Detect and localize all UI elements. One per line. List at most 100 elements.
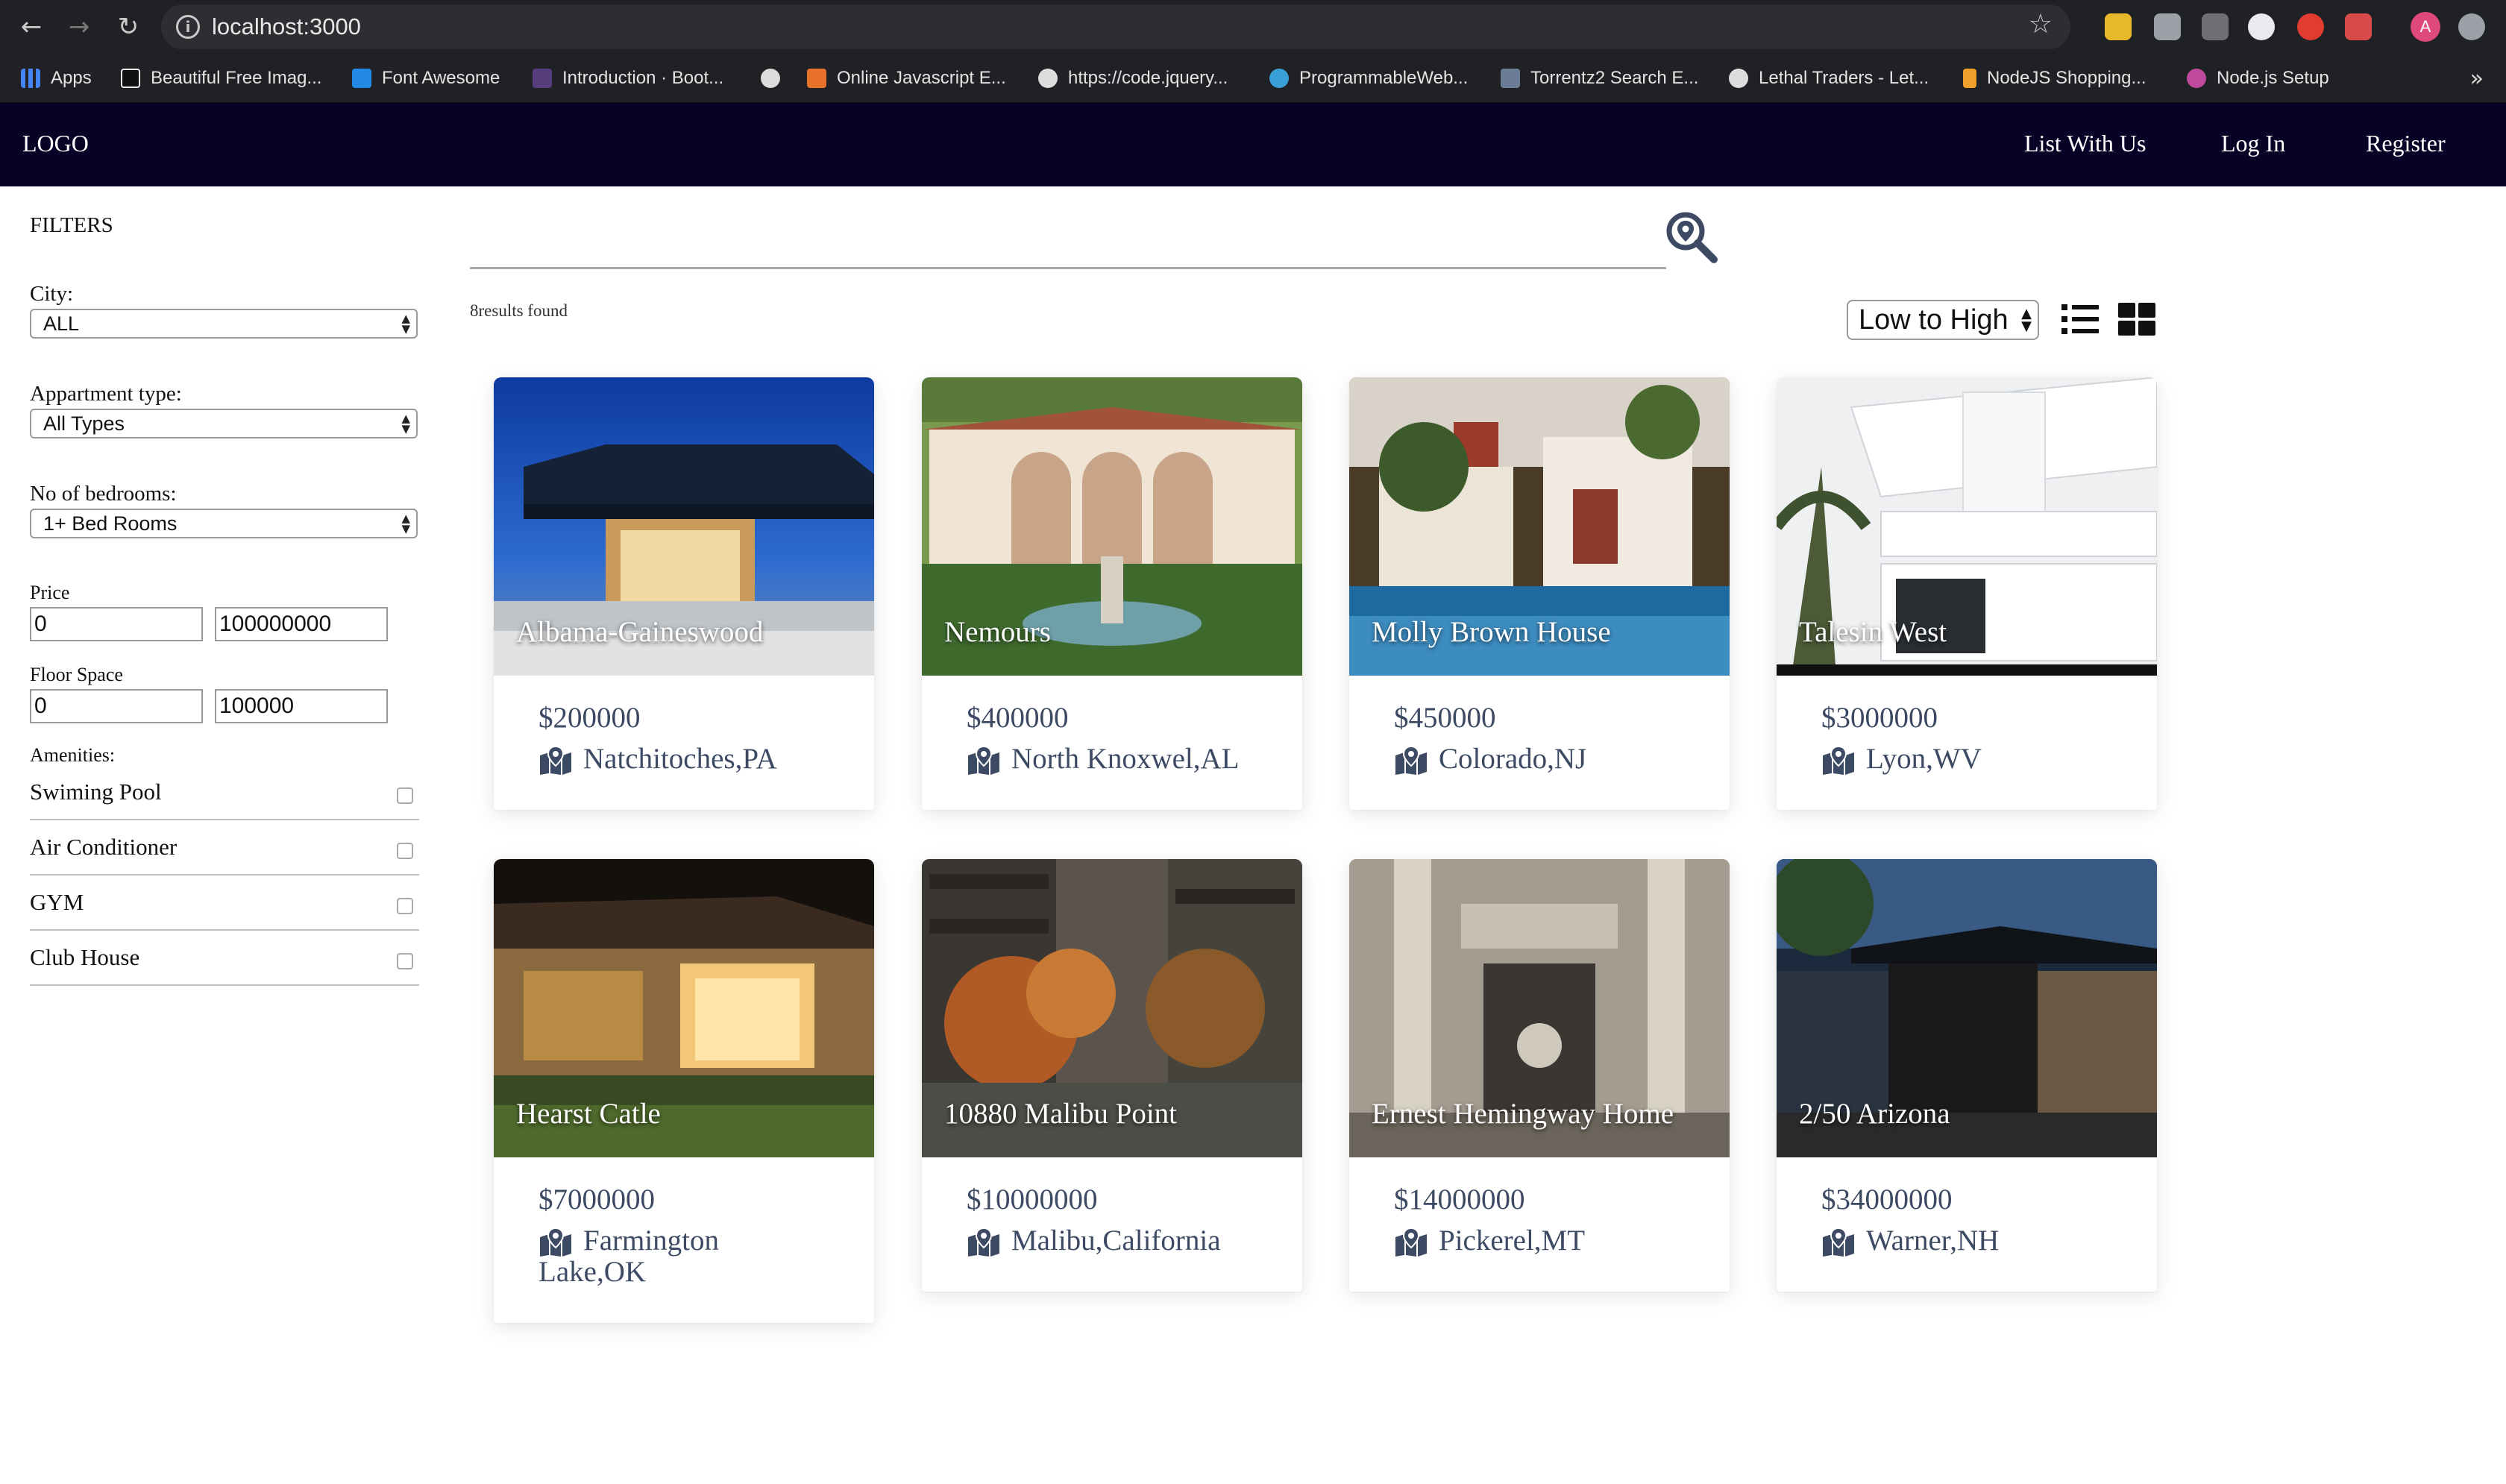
listing-card[interactable]: Talesin West $3000000 Lyon,WV xyxy=(1777,377,2157,810)
bookmark-label: Node.js Setup xyxy=(2217,68,2329,88)
bookmark-item[interactable] xyxy=(761,64,780,92)
more-bookmarks-icon[interactable]: » xyxy=(2470,66,2484,92)
amenity-gym[interactable]: GYM xyxy=(30,875,419,931)
nav-list-with-us[interactable]: List With Us xyxy=(2024,130,2146,157)
sort-select-value: Low to High xyxy=(1859,304,2009,336)
grid-view-icon[interactable] xyxy=(2118,303,2155,336)
bookmark-label: Apps xyxy=(51,68,92,88)
bookmark-label: Beautiful Free Imag... xyxy=(151,68,322,88)
map-marker-icon xyxy=(1823,1228,1854,1257)
type-select-value: All Types xyxy=(43,412,125,435)
url-text[interactable]: localhost:3000 xyxy=(212,13,361,40)
listing-location-text: Malibu,California xyxy=(1011,1224,1221,1257)
back-icon[interactable]: ← xyxy=(15,10,48,43)
listing-image[interactable]: Talesin West xyxy=(1777,377,2157,676)
bookmark-label: Torrentz2 Search E... xyxy=(1530,68,1699,88)
bookmark-label: Font Awesome xyxy=(382,68,500,88)
price-max-input[interactable]: 100000000 xyxy=(215,607,388,641)
listing-image[interactable]: Nemours xyxy=(922,377,1302,676)
listing-location: Farmington Lake,OK xyxy=(538,1225,852,1288)
listing-card[interactable]: Hearst Catle $7000000 Farmington Lake,OK xyxy=(494,859,874,1323)
listing-image[interactable]: Hearst Catle xyxy=(494,859,874,1157)
amenity-checkbox[interactable] xyxy=(397,787,413,804)
bookmark-item[interactable]: Node.js Setup xyxy=(2187,64,2329,92)
map-marker-icon xyxy=(968,746,999,775)
listing-details: $3000000 Lyon,WV xyxy=(1777,676,2157,775)
extension-icon[interactable] xyxy=(2202,13,2229,40)
gear-icon xyxy=(1269,69,1289,88)
listing-image[interactable]: Ernest Hemingway Home xyxy=(1349,859,1730,1157)
amenity-checkbox[interactable] xyxy=(397,898,413,914)
listing-card[interactable]: 2/50 Arizona $34000000 Warner,NH xyxy=(1777,859,2157,1292)
bookmark-item[interactable]: ProgrammableWeb... xyxy=(1269,64,1468,92)
extension-icon[interactable] xyxy=(2105,13,2132,40)
listing-location-text: Pickerel,MT xyxy=(1439,1224,1586,1257)
listing-location: Colorado,NJ xyxy=(1394,743,1707,775)
bookmark-item[interactable]: Online Javascript E... xyxy=(807,64,1006,92)
select-arrows-icon: ▲ ▼ xyxy=(401,512,410,535)
list-view-icon[interactable] xyxy=(2061,303,2099,336)
listing-card[interactable]: Molly Brown House $450000 Colorado,NJ xyxy=(1349,377,1730,810)
listing-title: Nemours xyxy=(944,616,1051,648)
search-input[interactable] xyxy=(470,267,1666,269)
price-min-input[interactable]: 0 xyxy=(30,607,203,641)
listing-card[interactable]: Albama-Gaineswood $200000 Natchitoches,P… xyxy=(494,377,874,810)
extension-icon[interactable] xyxy=(2458,13,2485,40)
listing-price: $400000 xyxy=(967,702,1069,734)
listing-location-text: North Knoxwel,AL xyxy=(1011,743,1240,775)
extension-icon[interactable] xyxy=(2248,13,2275,40)
amenity-checkbox[interactable] xyxy=(397,843,413,859)
search-location-icon[interactable] xyxy=(1665,210,1718,264)
extension-icon[interactable] xyxy=(2297,13,2324,40)
apartment-type-select[interactable]: All Types ▲ ▼ xyxy=(30,409,418,438)
extension-icon[interactable] xyxy=(2154,13,2181,40)
amenity-air-conditioner[interactable]: Air Conditioner xyxy=(30,820,419,875)
amenity-swimming-pool[interactable]: Swiming Pool xyxy=(30,765,419,820)
listing-price: $14000000 xyxy=(1394,1183,1525,1216)
listing-details: $7000000 Farmington Lake,OK xyxy=(494,1157,874,1288)
forward-icon[interactable]: → xyxy=(63,10,95,43)
info-icon[interactable]: i xyxy=(176,15,200,39)
js-icon xyxy=(807,69,826,88)
reload-icon[interactable]: ↻ xyxy=(112,10,145,43)
bookmark-item[interactable]: Lethal Traders - Let... xyxy=(1729,64,1929,92)
bookmark-item[interactable]: NodeJS Shopping... xyxy=(1963,64,2146,92)
bookmark-star-icon[interactable]: ☆ xyxy=(2029,9,2053,40)
listing-location: Malibu,California xyxy=(967,1225,1280,1257)
floor-min-input[interactable]: 0 xyxy=(30,689,203,723)
address-bar[interactable]: i localhost:3000 ☆ xyxy=(161,4,2070,49)
listing-card[interactable]: Ernest Hemingway Home $14000000 Pickerel… xyxy=(1349,859,1730,1292)
bookmark-apps[interactable]: Apps xyxy=(21,64,92,92)
bedrooms-label: No of bedrooms: xyxy=(30,482,177,506)
select-arrows-icon: ▲ ▼ xyxy=(2021,306,2032,334)
bookmark-item[interactable]: Introduction · Boot... xyxy=(533,64,723,92)
bookmark-item[interactable]: Font Awesome xyxy=(352,64,500,92)
sort-select[interactable]: Low to High ▲ ▼ xyxy=(1847,300,2039,340)
floor-max-input[interactable]: 100000 xyxy=(215,689,388,723)
amenity-checkbox[interactable] xyxy=(397,953,413,969)
logo[interactable]: LOGO xyxy=(22,130,89,157)
listing-image[interactable]: 2/50 Arizona xyxy=(1777,859,2157,1157)
listing-title: Ernest Hemingway Home xyxy=(1372,1098,1674,1130)
bootstrap-icon xyxy=(533,69,552,88)
city-select[interactable]: ALL ▲ ▼ xyxy=(30,309,418,339)
extension-icon[interactable] xyxy=(2345,13,2372,40)
map-marker-icon xyxy=(1395,746,1427,775)
listing-details: $14000000 Pickerel,MT xyxy=(1349,1157,1730,1257)
profile-avatar[interactable]: A xyxy=(2411,12,2440,42)
nav-register[interactable]: Register xyxy=(2366,130,2446,157)
bookmark-item[interactable]: Beautiful Free Imag... xyxy=(121,64,321,92)
bookmark-label: Lethal Traders - Let... xyxy=(1759,68,1929,88)
bookmark-item[interactable]: https://code.jquery... xyxy=(1038,64,1228,92)
nav-log-in[interactable]: Log In xyxy=(2221,130,2285,157)
bedrooms-select[interactable]: 1+ Bed Rooms ▲ ▼ xyxy=(30,509,418,538)
listing-image[interactable]: Molly Brown House xyxy=(1349,377,1730,676)
amenity-label: Club House xyxy=(30,944,140,970)
amenity-club-house[interactable]: Club House xyxy=(30,931,419,986)
listing-image[interactable]: Albama-Gaineswood xyxy=(494,377,874,676)
bookmark-icon xyxy=(1963,69,1976,88)
listing-image[interactable]: 10880 Malibu Point xyxy=(922,859,1302,1157)
listing-card[interactable]: 10880 Malibu Point $10000000 Malibu,Cali… xyxy=(922,859,1302,1292)
bookmark-item[interactable]: Torrentz2 Search E... xyxy=(1501,64,1698,92)
listing-card[interactable]: Nemours $400000 North Knoxwel,AL xyxy=(922,377,1302,810)
